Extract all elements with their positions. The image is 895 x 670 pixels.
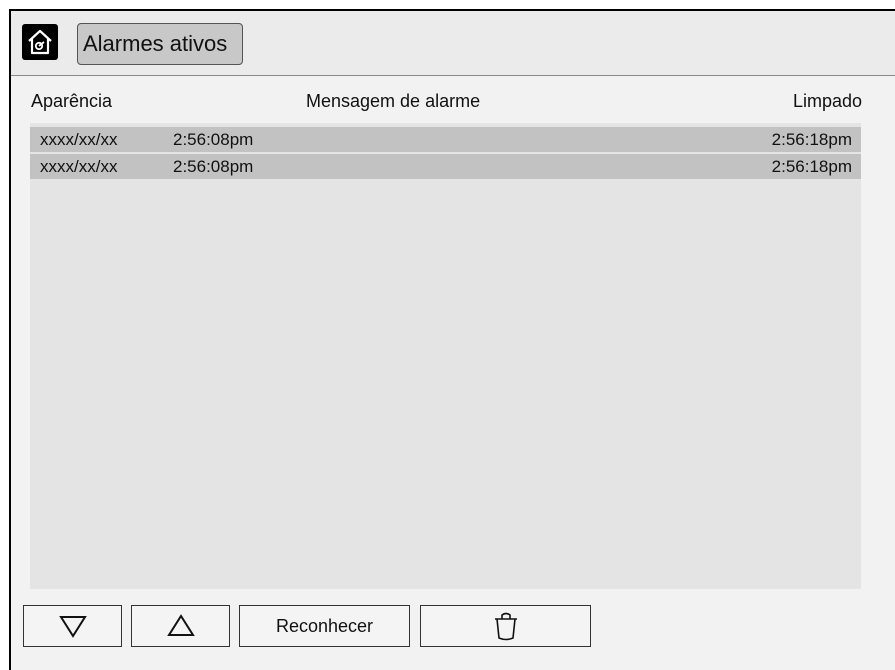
scroll-up-button[interactable] [131, 605, 230, 647]
column-header-appearance: Aparência [31, 91, 113, 111]
table-row[interactable]: xxxx/xx/xx 2:56:08pm 2:56:18pm [30, 127, 861, 152]
trash-icon [494, 612, 517, 641]
triangle-up-icon [166, 614, 195, 636]
column-header-cleared: Limpado [792, 91, 862, 111]
delete-button[interactable] [420, 605, 591, 647]
alarm-list[interactable]: xxxx/xx/xx 2:56:08pm 2:56:18pm xxxx/xx/x… [30, 123, 861, 589]
column-header-message: Mensagem de alarme [306, 91, 481, 111]
home-button[interactable] [22, 24, 58, 60]
alarm-date: xxxx/xx/xx [40, 157, 118, 176]
title-button[interactable]: Alarmes ativos [77, 23, 243, 65]
alarm-time: 2:56:08pm [173, 130, 254, 149]
scroll-down-button[interactable] [23, 605, 122, 647]
table-row[interactable]: xxxx/xx/xx 2:56:08pm 2:56:18pm [30, 154, 861, 179]
triangle-down-icon [58, 616, 87, 638]
alarm-window: Alarmes ativos Aparência Mensagem de ala… [9, 9, 895, 670]
alarm-time: 2:56:08pm [173, 157, 254, 176]
alarm-date: xxxx/xx/xx [40, 130, 118, 149]
home-icon [28, 29, 52, 55]
alarm-cleared: 2:56:18pm [771, 157, 852, 176]
header-bar: Alarmes ativos [11, 11, 895, 76]
alarm-cleared: 2:56:18pm [771, 130, 852, 149]
acknowledge-button[interactable]: Reconhecer [239, 605, 410, 647]
